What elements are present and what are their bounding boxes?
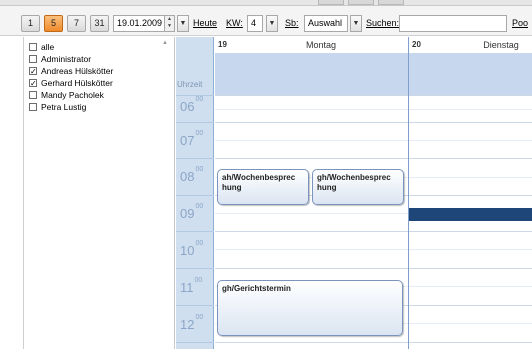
checkbox[interactable] [29, 91, 37, 99]
day-name-montag: Montag [305, 40, 337, 50]
user-item-petra[interactable]: Petra Lustig [29, 101, 86, 113]
appointment-title: gh/Gerichtstermin [222, 284, 291, 293]
search-input[interactable] [399, 15, 507, 32]
appointment-title: ah/Wochenbesprec [222, 173, 296, 182]
user-label: Andreas Hülskötter [41, 66, 114, 76]
hour-label-08: 0800 [180, 165, 204, 184]
kw-dropdown-button[interactable]: ▼ [266, 15, 278, 32]
checkbox[interactable] [29, 43, 37, 51]
hour-line [176, 305, 214, 306]
search-label: Suchen: [366, 18, 400, 28]
day-name-dienstag: Dienstag [483, 40, 519, 50]
kw-label: KW: [226, 18, 243, 28]
chevron-down-icon: ▼ [179, 20, 187, 27]
day-separator [408, 37, 409, 349]
checkbox[interactable] [29, 55, 37, 63]
appointment-title: hung [222, 183, 242, 192]
user-item-administrator[interactable]: Administrator [29, 53, 91, 65]
date-spinner[interactable]: ▲ ▼ [165, 15, 175, 32]
checkbox-checked[interactable]: ✓ [29, 67, 37, 76]
pool-button[interactable]: Poo [512, 15, 532, 32]
hour-label-06: 0600 [180, 95, 204, 114]
checkbox[interactable] [29, 103, 37, 111]
grid-line [215, 109, 532, 110]
allday-area-dienstag[interactable] [409, 53, 532, 95]
grid-line [215, 158, 532, 159]
appointment-title: gh/Wochenbesprec [317, 173, 391, 182]
hour-label-10: 1000 [180, 239, 204, 258]
user-label: Administrator [41, 54, 92, 64]
view-31-day-button[interactable]: 31 [90, 15, 109, 32]
appointment-ah-wochenbesprechung[interactable]: ah/Wochenbesprec hung [217, 169, 309, 205]
spin-down-icon[interactable]: ▼ [165, 23, 174, 30]
hour-line [176, 122, 214, 123]
calendar-toolbar: 1 5 7 31 19.01.2009 ▲ ▼ ▼ Heute KW: 4 ▼ … [0, 6, 532, 36]
day-number-19: 19 [218, 40, 227, 49]
hour-line [176, 195, 214, 196]
today-button[interactable]: Heute [193, 15, 217, 32]
hour-line [176, 342, 214, 343]
left-edge-panel [0, 37, 24, 349]
user-item-mandy[interactable]: Mandy Pacholek [29, 89, 104, 101]
user-item-gerhard[interactable]: ✓ Gerhard Hülskötter [29, 77, 113, 89]
hour-line [176, 268, 214, 269]
appointment-title: hung [317, 183, 337, 192]
hour-label-09: 0900 [180, 202, 204, 221]
calendar-grid: Uhrzeit 0600 0700 0800 0900 1000 1100 12… [176, 37, 532, 349]
kw-field[interactable]: 4 [247, 15, 263, 32]
grid-line [215, 140, 532, 141]
user-item-andreas[interactable]: ✓ Andreas Hülskötter [29, 65, 113, 77]
user-item-alle[interactable]: alle [29, 41, 54, 53]
grid-line [215, 249, 532, 250]
time-column: Uhrzeit 0600 0700 0800 0900 1000 1100 12… [176, 37, 214, 349]
grid-line [215, 231, 532, 232]
view-1-day-button[interactable]: 1 [21, 15, 40, 32]
grid-line [215, 95, 532, 96]
time-header: Uhrzeit [177, 80, 203, 89]
sb-label: Sb: [285, 18, 299, 28]
hour-label-11: 1100 [180, 276, 203, 295]
date-field[interactable]: 19.01.2009 [113, 15, 165, 32]
chevron-down-icon: ▼ [268, 20, 276, 27]
checkbox-checked[interactable]: ✓ [29, 79, 37, 88]
hour-label-07: 0700 [180, 129, 204, 148]
sb-select[interactable]: Auswahl [304, 15, 348, 32]
top-strip-tab [378, 0, 404, 5]
scroll-up-icon[interactable]: ▲ [162, 40, 168, 46]
hour-line [176, 158, 214, 159]
appointment-gh-gerichtstermin[interactable]: gh/Gerichtstermin [217, 280, 403, 336]
user-list-panel: ▲ alle Administrator ✓ Andreas Hülskötte… [24, 37, 175, 349]
top-strip-tab [318, 0, 344, 5]
chevron-down-icon: ▼ [352, 20, 360, 27]
view-5-day-button[interactable]: 5 [44, 15, 63, 32]
grid-line [215, 268, 532, 269]
allday-area-montag[interactable] [215, 53, 408, 95]
view-7-day-button[interactable]: 7 [67, 15, 86, 32]
grid-line [215, 122, 532, 123]
top-strip-tab [348, 0, 374, 5]
day-number-20: 20 [412, 40, 421, 49]
sb-dropdown-button[interactable]: ▼ [350, 15, 362, 32]
spin-up-icon[interactable]: ▲ [165, 16, 174, 23]
user-label: alle [41, 42, 55, 52]
hour-label-12: 1200 [180, 313, 204, 332]
user-label: Mandy Pacholek [41, 90, 104, 100]
hour-line [176, 231, 214, 232]
user-label: Gerhard Hülskötter [41, 78, 113, 88]
selected-time-slot[interactable] [409, 208, 532, 221]
appointment-gh-wochenbesprechung[interactable]: gh/Wochenbesprec hung [312, 169, 404, 205]
grid-line [215, 342, 532, 343]
user-label: Petra Lustig [41, 102, 87, 112]
date-dropdown-button[interactable]: ▼ [177, 15, 189, 32]
